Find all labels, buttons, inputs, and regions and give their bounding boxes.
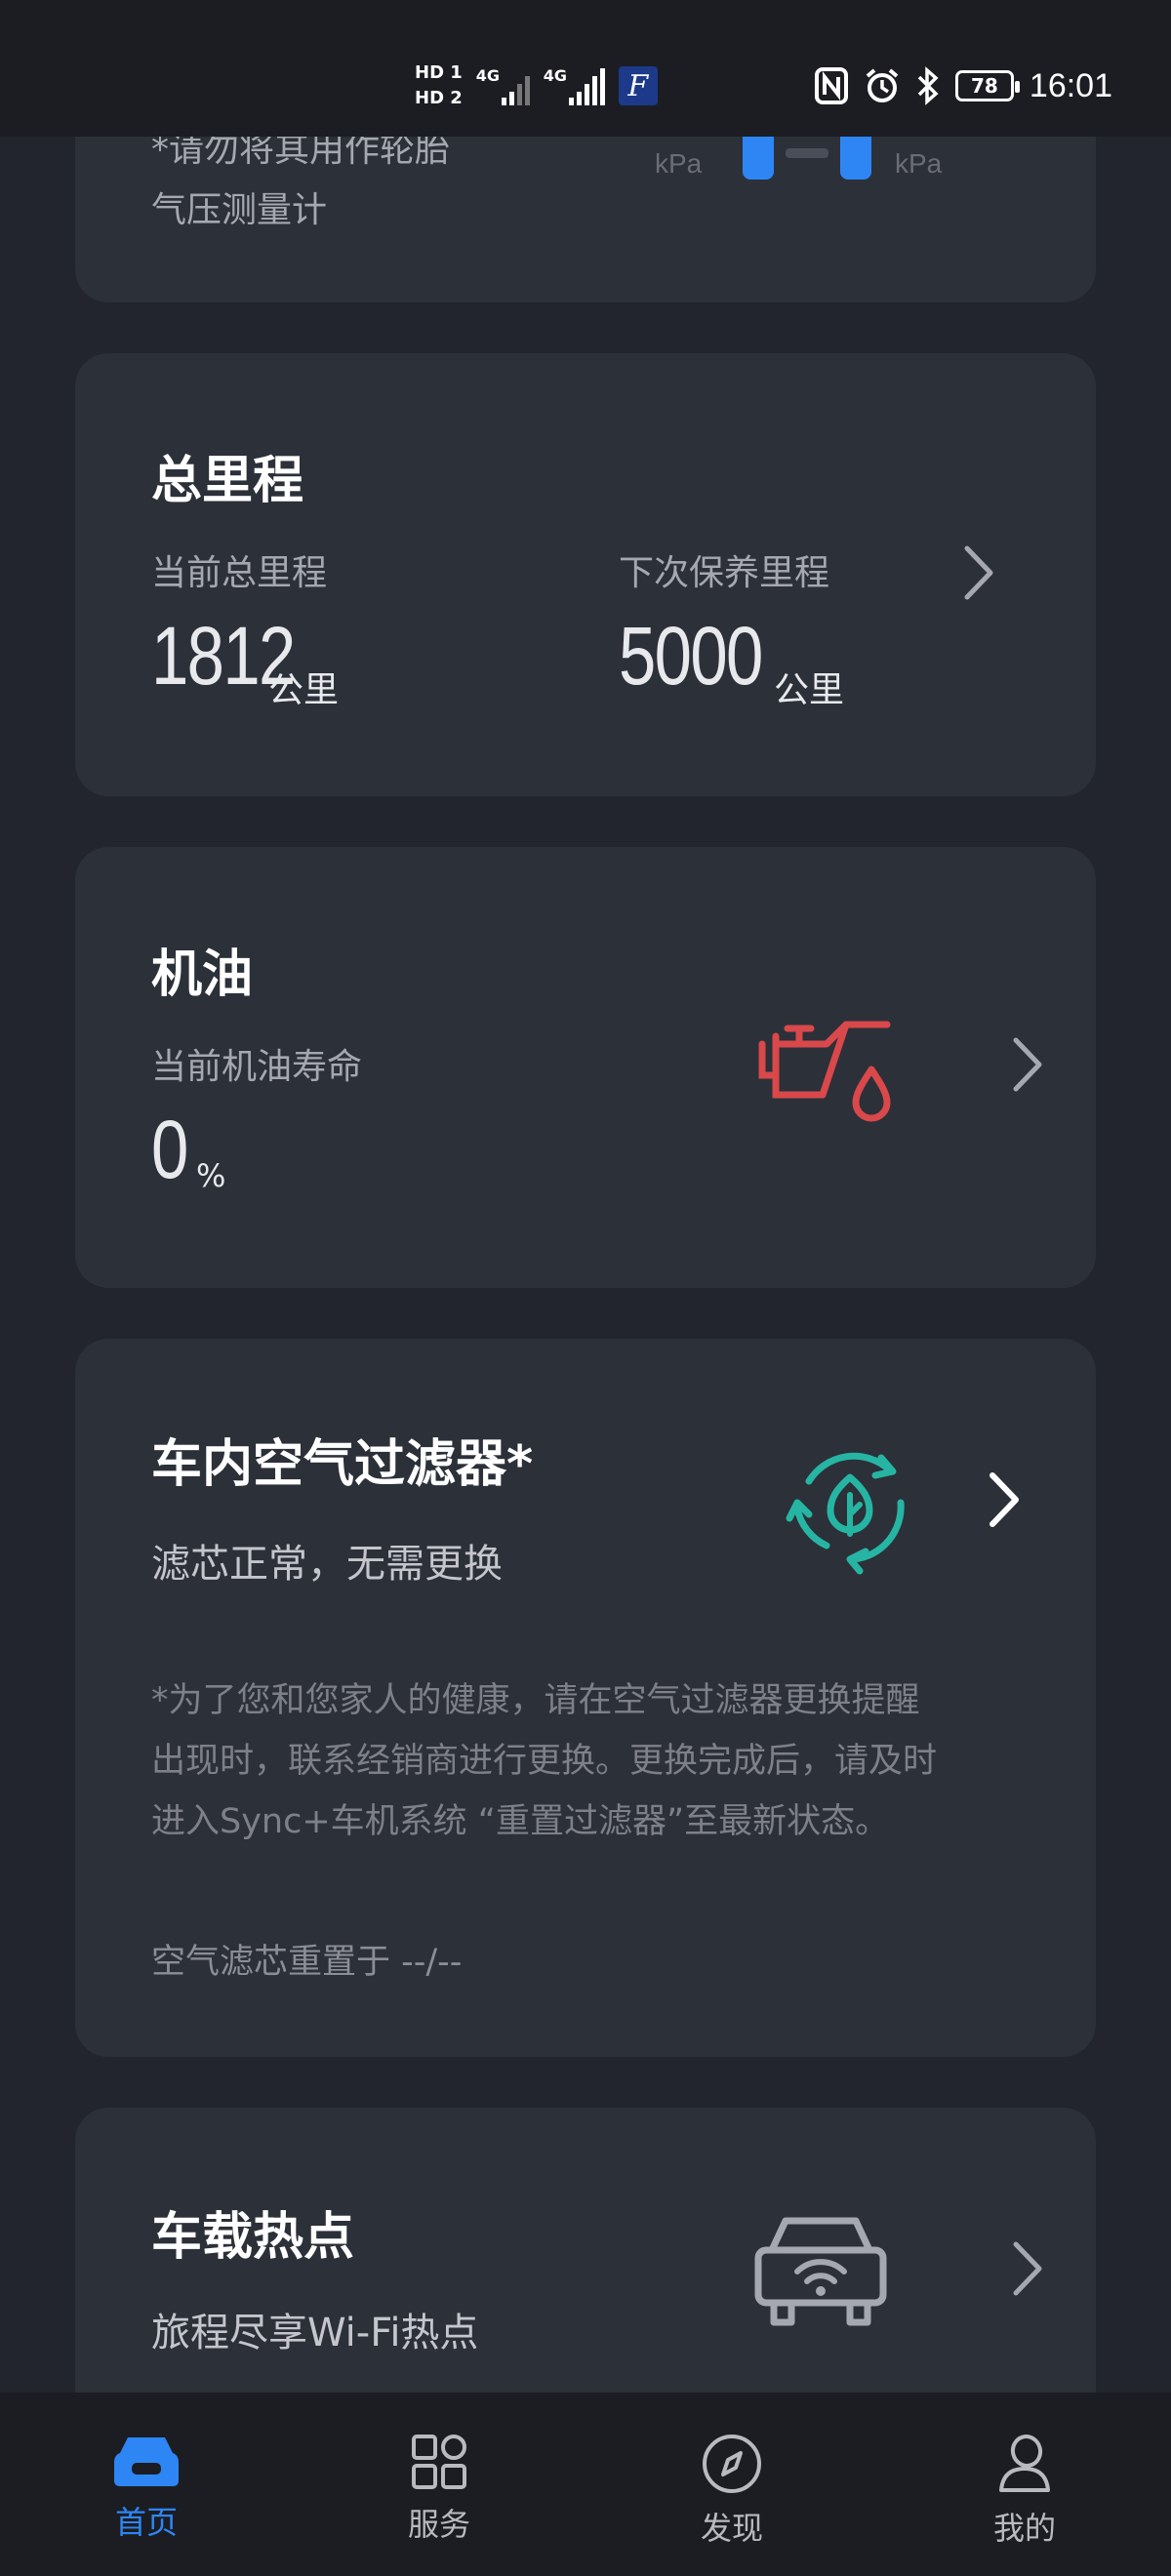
network-label-2: 4G	[543, 66, 568, 85]
mileage-title: 总里程	[151, 452, 304, 510]
nav-services[interactable]: 服务	[342, 2393, 537, 2576]
app-notification-icon: F	[618, 66, 658, 105]
next-service-unit: 公里	[774, 670, 845, 710]
alarm-icon	[866, 68, 899, 102]
hd-indicator: HD 1 HD 2	[415, 62, 463, 109]
hotspot-subtitle: 旅程尽享Wi-Fi热点	[151, 2311, 479, 2355]
next-service-label: 下次保养里程	[619, 553, 830, 593]
nav-services-label: 服务	[407, 2506, 470, 2543]
nav-home-label: 首页	[114, 2504, 178, 2541]
oil-can-icon	[758, 1021, 891, 1122]
current-mileage-unit: 公里	[268, 670, 340, 710]
nav-me[interactable]: 我的	[927, 2393, 1122, 2576]
current-mileage-label: 当前总里程	[151, 553, 328, 593]
next-service-value: 5000	[619, 610, 763, 702]
nfc-icon	[814, 67, 848, 104]
air-filter-reset-date: 空气滤芯重置于 --/--	[151, 1943, 463, 1982]
hotspot-chevron-right-icon[interactable]	[1010, 2238, 1045, 2299]
oil-life-label: 当前机油寿命	[151, 1047, 363, 1087]
air-filter-note-line1: *为了您和您家人的健康，请在空气过滤器更换提醒	[151, 1681, 920, 1720]
oil-life-unit: %	[196, 1157, 226, 1194]
chevron-right-icon[interactable]	[961, 543, 996, 603]
car-wifi-icon	[754, 2217, 887, 2326]
nav-me-label: 我的	[992, 2510, 1056, 2547]
hotspot-title: 车载热点	[151, 2208, 355, 2267]
nav-home[interactable]: 首页	[49, 2393, 244, 2576]
tire-diagram-icon	[743, 129, 871, 180]
air-filter-chevron-right-icon[interactable]	[987, 1469, 1022, 1530]
oil-life-value: 0	[151, 1104, 188, 1195]
hd2-label: HD 2	[415, 88, 463, 108]
tire-unit-right: kPa	[895, 148, 943, 179]
status-right: 78 16:01	[814, 64, 1112, 107]
air-filter-status: 滤芯正常，无需更换	[151, 1542, 503, 1587]
oil-title: 机油	[151, 946, 254, 1004]
tire-unit-left: kPa	[655, 148, 703, 179]
oil-card[interactable]: 机油 当前机油寿命 0 %	[75, 847, 1096, 1288]
nav-discover-label: 发现	[700, 2510, 763, 2547]
nav-discover[interactable]: 发现	[634, 2393, 829, 2576]
air-filter-note-line3: 进入Sync+车机系统 “重置过滤器”至最新状态。	[151, 1802, 890, 1841]
filter-recycle-icon	[786, 1452, 905, 1575]
tire-note-line2: 气压测量计	[151, 190, 328, 230]
status-bar: HD 1 HD 2 4G 4G F 78 16:01	[0, 0, 1171, 137]
mileage-card[interactable]: 总里程 当前总里程 1812 公里 下次保养里程 5000 公里	[75, 353, 1096, 796]
person-icon	[999, 2435, 1050, 2492]
air-filter-note-line2: 出现时，联系经销商进行更换。更换完成后，请及时	[151, 1742, 938, 1781]
hd1-label: HD 1	[415, 62, 463, 83]
clock: 16:01	[1029, 66, 1112, 104]
air-filter-title: 车内空气过滤器*	[151, 1435, 534, 1494]
air-filter-card[interactable]: 车内空气过滤器* 滤芯正常，无需更换 *为了您和您家人的健康，请在空气过滤器更换…	[75, 1339, 1096, 2057]
signal-icon-1: 4G	[476, 66, 530, 105]
battery-icon: 78	[954, 70, 1020, 101]
status-left: HD 1 HD 2 4G 4G F	[415, 55, 658, 117]
bottom-navigation: 首页 服务 发现 我的	[0, 2393, 1171, 2576]
grid-icon	[412, 2435, 466, 2489]
network-label-1: 4G	[475, 66, 501, 85]
signal-icon-2: 4G	[544, 66, 605, 105]
car-icon	[114, 2437, 179, 2486]
compass-icon	[703, 2435, 761, 2493]
oil-chevron-right-icon[interactable]	[1010, 1034, 1045, 1095]
bluetooth-icon	[917, 66, 939, 105]
